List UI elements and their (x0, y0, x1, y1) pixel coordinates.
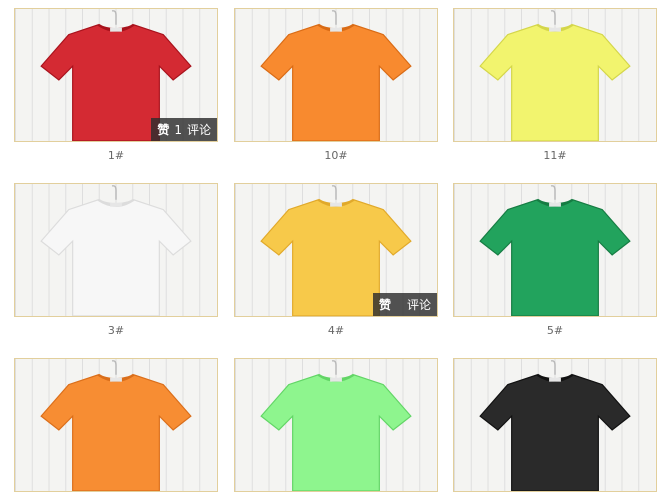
like-count: 1 (174, 122, 182, 137)
product-thumbnail[interactable] (234, 358, 438, 492)
product-grid: 赞 1 评论 1# 10# 11# 3# 赞评论 4# 5# (0, 0, 666, 492)
like-button[interactable]: 赞 (157, 121, 169, 138)
product-caption[interactable]: 5# (453, 324, 657, 337)
tshirt-photo (15, 184, 217, 316)
tshirt-photo (235, 359, 437, 491)
comment-link[interactable]: 评论 (407, 296, 431, 313)
like-button[interactable]: 赞 (379, 296, 391, 313)
product-thumbnail[interactable] (14, 358, 218, 492)
product-caption[interactable]: 11# (453, 149, 657, 162)
product-thumbnail[interactable] (234, 8, 438, 142)
product-caption[interactable]: 1# (14, 149, 218, 162)
product-thumbnail[interactable]: 赞评论 (234, 183, 438, 317)
product-caption[interactable]: 10# (234, 149, 438, 162)
product-caption[interactable]: 4# (234, 324, 438, 337)
tshirt-photo (454, 184, 656, 316)
like-comment-overlay[interactable]: 赞 1 评论 (151, 118, 217, 141)
tshirt-photo (235, 9, 437, 141)
tshirt-photo (454, 9, 656, 141)
product-thumbnail[interactable]: 赞 1 评论 (14, 8, 218, 142)
product-thumbnail[interactable] (14, 183, 218, 317)
tshirt-photo (15, 359, 217, 491)
tshirt-photo (454, 359, 656, 491)
product-thumbnail[interactable] (453, 358, 657, 492)
comment-link[interactable]: 评论 (187, 121, 211, 138)
product-caption[interactable]: 3# (14, 324, 218, 337)
like-comment-overlay[interactable]: 赞评论 (372, 293, 437, 316)
product-thumbnail[interactable] (453, 183, 657, 317)
product-thumbnail[interactable] (453, 8, 657, 142)
